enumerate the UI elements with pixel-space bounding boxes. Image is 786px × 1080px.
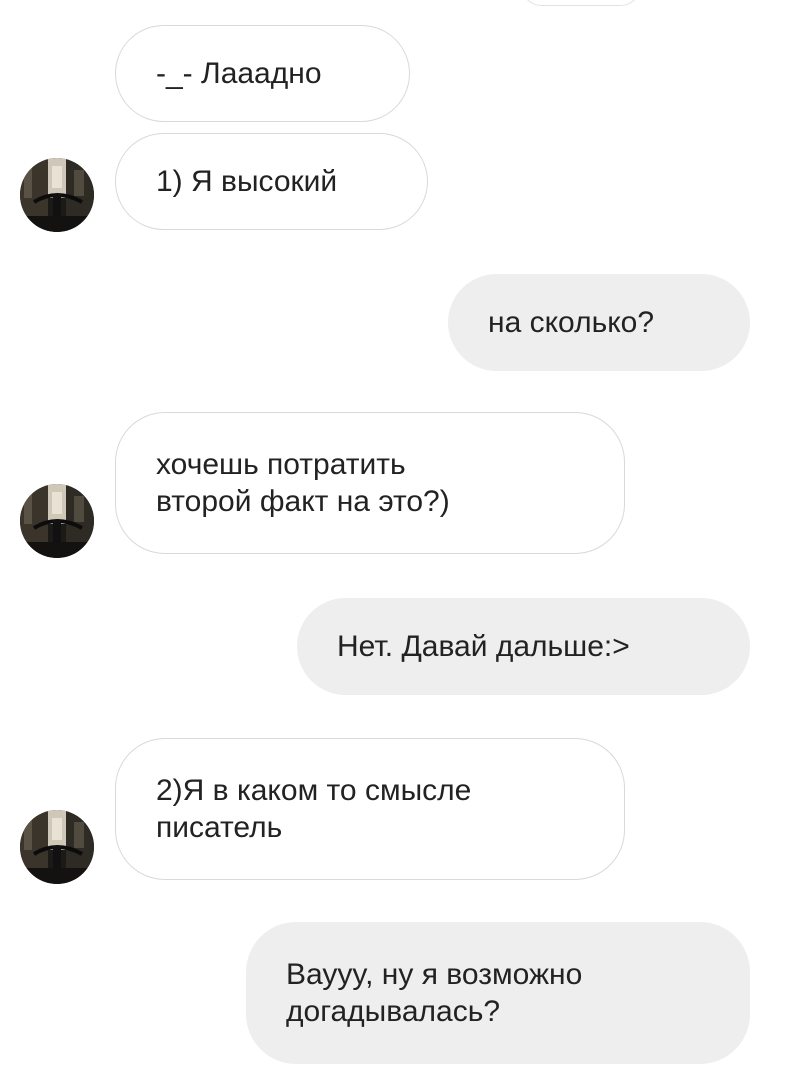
outgoing-message-bubble[interactable]: Вауyy, ну я возможно догадывалась? xyxy=(246,922,750,1064)
incoming-message-bubble[interactable]: 2)Я в каком то смысле писатель xyxy=(115,738,625,880)
avatar-photo-icon xyxy=(20,158,94,232)
incoming-message-bubble[interactable]: хочешь потратить второй факт на это?) xyxy=(115,412,625,554)
message-text: 2)Я в каком то смысле писатель xyxy=(156,774,472,844)
chat-thread: -_- Лааадно 1) Я высокий на сколько? хоч… xyxy=(0,0,786,1080)
avatar-photo-icon xyxy=(20,810,94,884)
message-text: Вауyy, ну я возможно догадывалась? xyxy=(286,958,583,1028)
previous-message-bubble xyxy=(520,0,642,6)
outgoing-message-bubble[interactable]: Нет. Давай дальше:> xyxy=(297,598,750,695)
message-text: Нет. Давай дальше:> xyxy=(337,630,630,663)
message-text: хочешь потратить второй факт на это?) xyxy=(156,448,450,518)
contact-avatar[interactable] xyxy=(20,158,94,232)
incoming-message-bubble[interactable]: 1) Я высокий xyxy=(115,133,428,230)
contact-avatar[interactable] xyxy=(20,484,94,558)
message-text: на сколько? xyxy=(488,306,655,339)
avatar-photo-icon xyxy=(20,484,94,558)
message-text: 1) Я высокий xyxy=(156,165,338,198)
contact-avatar[interactable] xyxy=(20,810,94,884)
outgoing-message-bubble[interactable]: на сколько? xyxy=(448,274,750,371)
incoming-message-bubble[interactable]: -_- Лааадно xyxy=(115,25,410,122)
message-text: -_- Лааадно xyxy=(156,57,322,90)
